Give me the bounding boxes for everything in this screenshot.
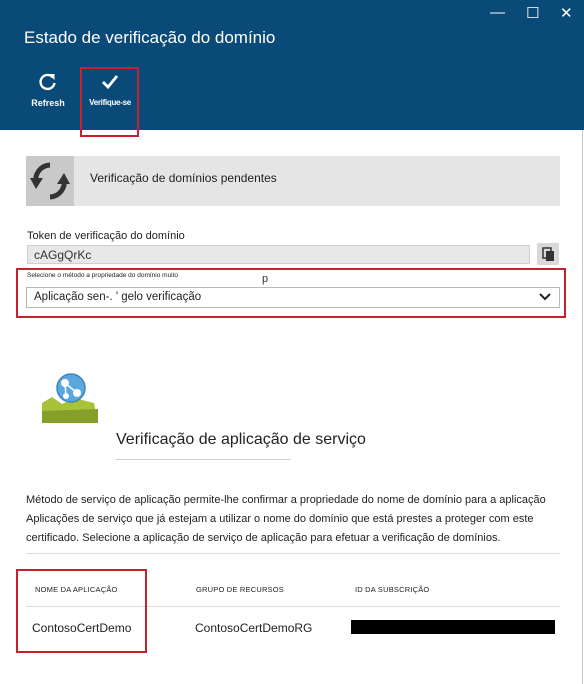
token-field[interactable]: cAGgQrKc xyxy=(27,245,530,264)
blade-header: — ☐ ✕ Estado de verificação do domínio R… xyxy=(0,0,584,130)
description-line: Aplicações de serviço que já estejam a u… xyxy=(26,513,534,525)
refresh-button[interactable]: Refresh xyxy=(24,72,72,108)
method-label: Selecione o método a propriedade do domí… xyxy=(27,272,179,279)
pending-status-banner: Verificação de domínios pendentes xyxy=(26,156,560,206)
section-title: Verificação de aplicação de serviço xyxy=(116,431,366,448)
column-header-subscription-id: ID DA SUBSCRIÇÃO xyxy=(355,585,430,594)
resource-group-cell: ContosoCertDemoRG xyxy=(195,621,313,635)
verification-method-value: Aplicação sen-. ' gelo verificação xyxy=(34,291,202,303)
description-line: certificado. Selecione a aplicação de se… xyxy=(26,532,501,544)
header-divider xyxy=(26,606,560,607)
app-service-icon xyxy=(38,371,102,429)
checkmark-icon xyxy=(86,72,134,96)
close-button[interactable]: ✕ xyxy=(560,4,573,22)
description-line: Método de serviço de aplicação permite-l… xyxy=(26,494,546,506)
sync-icon xyxy=(26,156,74,206)
service-description: Método de serviço de aplicação permite-l… xyxy=(26,491,566,548)
refresh-icon xyxy=(24,72,72,96)
app-name-cell[interactable]: ContosoCertDemo xyxy=(32,621,131,635)
divider xyxy=(26,553,560,554)
token-label: Token de verificação do domínio xyxy=(27,230,185,242)
column-header-resource-group: GRUPO DE RECURSOS xyxy=(196,585,284,594)
copy-icon xyxy=(537,247,559,269)
method-label-fragment: p xyxy=(262,273,269,285)
pending-status-text: Verificação de domínios pendentes xyxy=(90,171,277,185)
blade-title: Estado de verificação do domínio xyxy=(24,28,276,47)
verification-method-select[interactable]: Aplicação sen-. ' gelo verificação xyxy=(26,287,560,308)
column-header-app-name: NOME DA APLICAÇÃO xyxy=(35,585,118,594)
app-row-highlight xyxy=(16,569,147,653)
maximize-button[interactable]: ☐ xyxy=(526,4,539,22)
chevron-down-icon xyxy=(539,289,551,312)
subscription-id-redacted xyxy=(351,620,555,634)
verify-button[interactable]: Verifique-se xyxy=(86,72,134,107)
copy-button[interactable] xyxy=(537,243,559,265)
verify-label: Verifique-se xyxy=(89,98,131,107)
refresh-label: Refresh xyxy=(31,98,65,108)
minimize-button[interactable]: — xyxy=(490,4,505,21)
divider xyxy=(116,459,291,460)
blade-border xyxy=(582,130,583,684)
